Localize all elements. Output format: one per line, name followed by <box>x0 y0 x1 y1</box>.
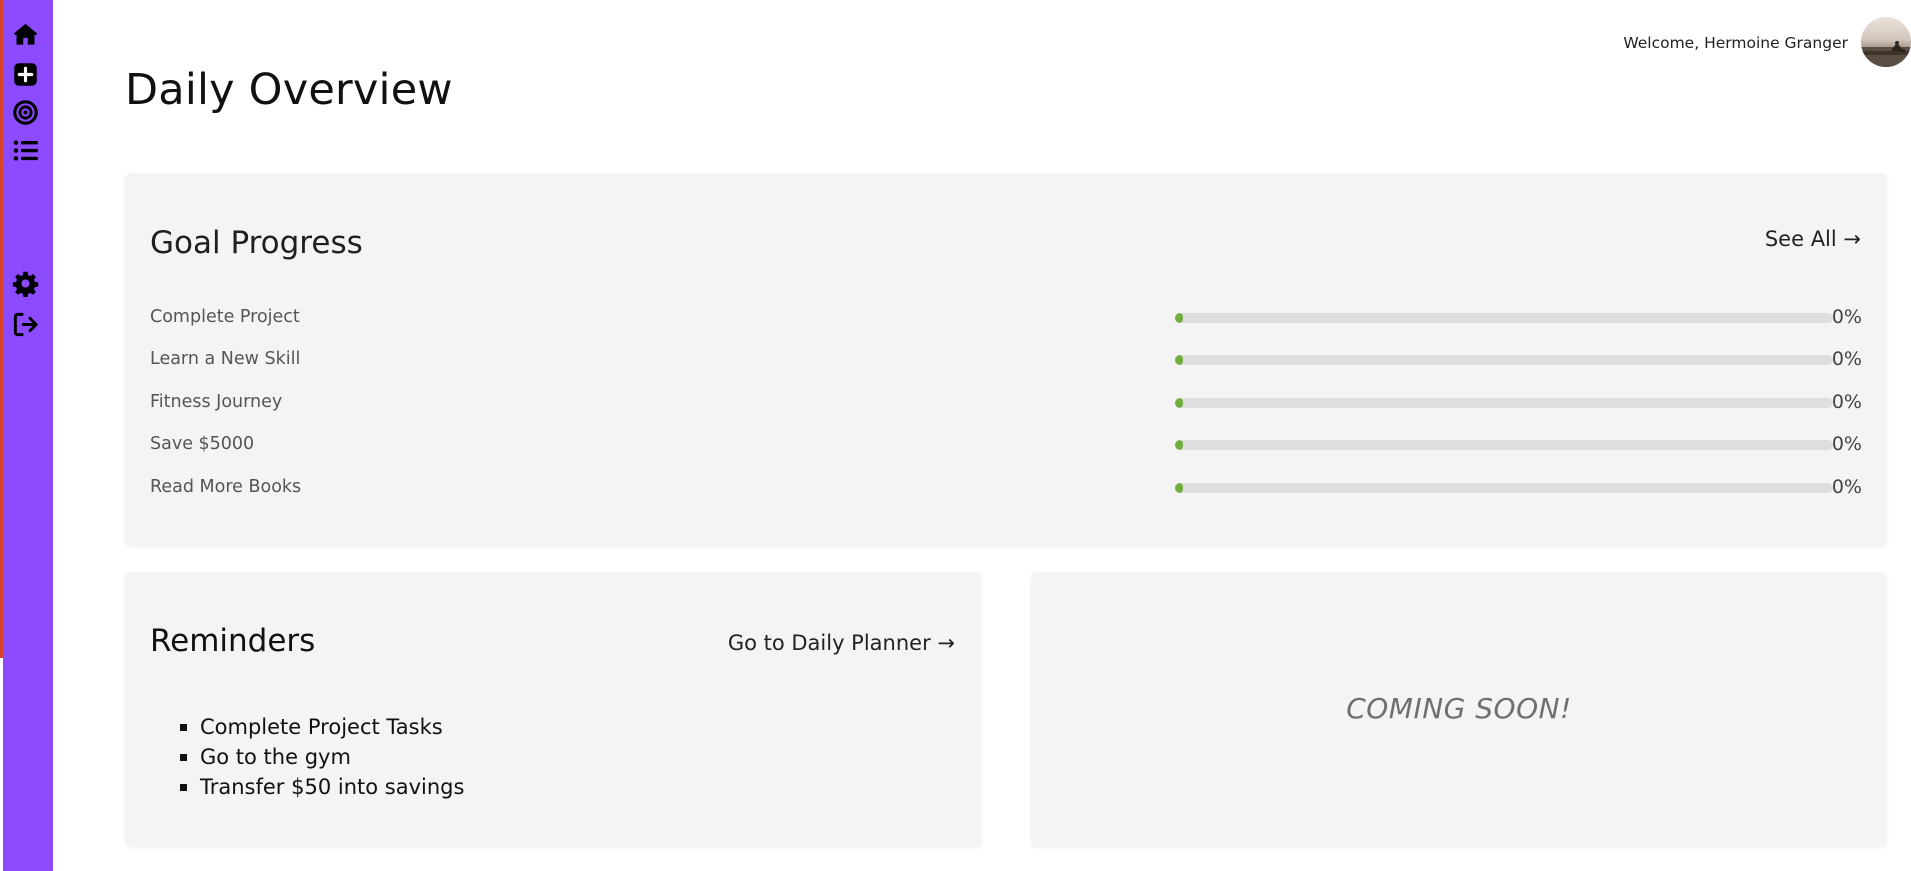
welcome-text: Welcome, Hermoine Granger <box>1623 34 1848 52</box>
avatar[interactable] <box>1861 17 1911 67</box>
goal-row: Learn a New Skill 0% <box>150 348 1862 372</box>
goal-percentage: 0% <box>1831 306 1862 328</box>
daily-planner-link[interactable]: Go to Daily Planner → <box>728 631 955 655</box>
goal-name: Save $5000 <box>150 434 255 454</box>
reminders-title: Reminders <box>150 623 316 659</box>
goal-row: Read More Books 0% <box>150 476 1862 500</box>
goal-row: Save $5000 0% <box>150 433 1862 457</box>
reminder-item: Go to the gym <box>180 742 464 772</box>
reminder-item: Transfer $50 into savings <box>180 772 464 802</box>
goal-progress-bar <box>1175 398 1833 408</box>
goal-progress-bar <box>1175 483 1833 493</box>
reminder-list: Complete Project Tasks Go to the gym Tra… <box>180 712 464 802</box>
goal-percentage: 0% <box>1831 433 1862 455</box>
goal-progress-title: Goal Progress <box>150 225 363 261</box>
goal-percentage: 0% <box>1831 348 1862 370</box>
goal-progress-fill <box>1175 398 1183 408</box>
goal-percentage: 0% <box>1831 391 1862 413</box>
see-all-link[interactable]: See All → <box>1765 227 1861 251</box>
goal-progress-fill <box>1175 483 1183 493</box>
coming-soon-card: COMING SOON! <box>1031 572 1887 847</box>
add-square-icon[interactable] <box>11 60 40 89</box>
target-icon[interactable] <box>11 98 40 127</box>
goal-row: Fitness Journey 0% <box>150 391 1862 415</box>
coming-soon-text: COMING SOON! <box>1346 692 1572 725</box>
goal-name: Complete Project <box>150 307 300 327</box>
goal-name: Read More Books <box>150 477 302 497</box>
goal-progress-fill <box>1175 440 1183 450</box>
page-title: Daily Overview <box>125 65 453 115</box>
goal-progress-fill <box>1175 355 1183 365</box>
list-icon[interactable] <box>11 136 40 165</box>
gear-icon[interactable] <box>11 269 40 298</box>
goal-name: Fitness Journey <box>150 392 283 412</box>
reminders-card: Reminders Go to Daily Planner → Complete… <box>125 572 982 847</box>
dashboard-page: Welcome, Hermoine Granger Daily Overview… <box>0 0 1911 871</box>
goal-progress-bar <box>1175 313 1833 323</box>
home-icon[interactable] <box>11 20 40 49</box>
goal-row: Complete Project 0% <box>150 306 1862 330</box>
goal-progress-bar <box>1175 440 1833 450</box>
logout-icon[interactable] <box>11 310 40 339</box>
reminder-item: Complete Project Tasks <box>180 712 464 742</box>
goal-progress-fill <box>1175 313 1183 323</box>
sidebar <box>3 0 53 871</box>
goal-name: Learn a New Skill <box>150 349 301 369</box>
goal-progress-card: Goal Progress See All → Complete Project… <box>125 173 1887 546</box>
goal-progress-bar <box>1175 355 1833 365</box>
goal-percentage: 0% <box>1831 476 1862 498</box>
